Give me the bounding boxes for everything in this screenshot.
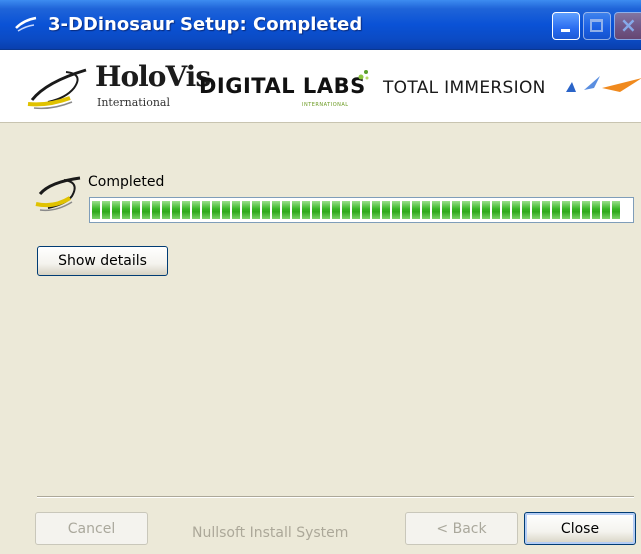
- digital-labs-logo-subtitle: INTERNATIONAL: [302, 102, 349, 108]
- progress-block: [522, 201, 530, 219]
- minimize-button[interactable]: [552, 12, 580, 40]
- total-immersion-mark-icon: [566, 76, 641, 92]
- completed-swoosh-icon: [35, 176, 81, 212]
- progress-block: [392, 201, 400, 219]
- holovis-logo: HoloVis: [95, 60, 211, 93]
- progress-block: [432, 201, 440, 219]
- progress-block: [512, 201, 520, 219]
- progress-block: [242, 201, 250, 219]
- progress-block: [562, 201, 570, 219]
- status-label: Completed: [88, 174, 165, 190]
- progress-block: [142, 201, 150, 219]
- progress-block: [372, 201, 380, 219]
- installer-window: 3-DDinosaur Setup: Completed × HoloVis I…: [0, 0, 641, 554]
- progress-block: [132, 201, 140, 219]
- window-title: 3-DDinosaur Setup: Completed: [48, 14, 363, 35]
- progress-block: [382, 201, 390, 219]
- maximize-button[interactable]: [583, 12, 611, 40]
- progress-block: [592, 201, 600, 219]
- progress-block: [502, 201, 510, 219]
- progress-block: [162, 201, 170, 219]
- close-window-button[interactable]: ×: [614, 12, 641, 40]
- progress-block: [532, 201, 540, 219]
- progress-block: [442, 201, 450, 219]
- progress-block: [92, 201, 100, 219]
- total-immersion-logo: TOTAL IMMERSION: [383, 78, 546, 98]
- title-bar[interactable]: 3-DDinosaur Setup: Completed ×: [0, 0, 641, 50]
- progress-block: [362, 201, 370, 219]
- progress-block: [412, 201, 420, 219]
- holovis-logo-subtitle: International: [97, 96, 170, 109]
- progress-block: [262, 201, 270, 219]
- progress-block: [572, 201, 580, 219]
- progress-block: [492, 201, 500, 219]
- progress-block: [402, 201, 410, 219]
- progress-block: [232, 201, 240, 219]
- progress-block: [182, 201, 190, 219]
- close-icon: ×: [620, 13, 637, 37]
- progress-block: [192, 201, 200, 219]
- progress-block: [222, 201, 230, 219]
- progress-block: [322, 201, 330, 219]
- progress-block: [202, 201, 210, 219]
- progress-block: [612, 201, 620, 219]
- progress-block: [172, 201, 180, 219]
- progress-block: [332, 201, 340, 219]
- progress-block: [482, 201, 490, 219]
- progress-block: [462, 201, 470, 219]
- close-button[interactable]: Close: [524, 512, 636, 545]
- app-swoosh-icon: [15, 16, 37, 32]
- progress-block: [112, 201, 120, 219]
- digital-labs-logo: DIGITAL LABS: [199, 74, 366, 98]
- footer-divider: [37, 496, 634, 498]
- progress-block: [582, 201, 590, 219]
- progress-bar: [89, 197, 634, 223]
- minimize-icon: [561, 29, 570, 32]
- progress-block: [302, 201, 310, 219]
- progress-block: [212, 201, 220, 219]
- progress-block: [452, 201, 460, 219]
- progress-block: [292, 201, 300, 219]
- digital-labs-dots-icon: [358, 70, 369, 80]
- progress-block: [282, 201, 290, 219]
- progress-block: [122, 201, 130, 219]
- nsis-branding: Nullsoft Install System: [192, 525, 349, 541]
- show-details-button[interactable]: Show details: [37, 246, 168, 276]
- progress-block: [422, 201, 430, 219]
- progress-block: [252, 201, 260, 219]
- progress-block: [602, 201, 610, 219]
- header-banner: HoloVis International DIGITAL LABS INTER…: [0, 50, 641, 123]
- progress-fill: [92, 201, 631, 219]
- progress-block: [312, 201, 320, 219]
- progress-block: [542, 201, 550, 219]
- progress-block: [352, 201, 360, 219]
- back-button[interactable]: < Back: [405, 512, 518, 545]
- progress-block: [472, 201, 480, 219]
- progress-block: [102, 201, 110, 219]
- progress-block: [552, 201, 560, 219]
- progress-block: [152, 201, 160, 219]
- progress-block: [272, 201, 280, 219]
- maximize-icon: [590, 19, 603, 32]
- holovis-swoosh-icon: [27, 68, 87, 110]
- progress-block: [342, 201, 350, 219]
- cancel-button[interactable]: Cancel: [35, 512, 148, 545]
